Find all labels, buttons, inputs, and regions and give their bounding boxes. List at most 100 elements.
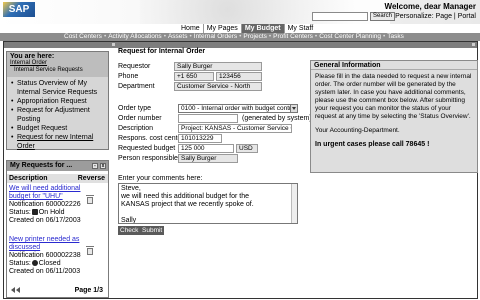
tab-home[interactable]: Home [178, 24, 203, 33]
on-hold-icon [31, 209, 38, 215]
request-created: Created on 06/17/2003 [9, 217, 81, 224]
requestor-field[interactable]: Sally Burger [174, 62, 262, 71]
closed-icon [31, 260, 38, 266]
personalize-sep: | [453, 13, 456, 20]
subnav-cost-centers[interactable]: Cost Centers [62, 33, 104, 41]
general-information-body: Please fill in the data needed to reques… [311, 70, 477, 152]
sap-logo: SAP [3, 2, 35, 17]
request-link[interactable]: We will need additional budget for "UHU" [9, 185, 85, 201]
personalize-links: Personalize: Page | Portal [395, 13, 476, 20]
phone-area-field[interactable]: +1 650 [174, 72, 214, 81]
personalize-portal-link[interactable]: Portal [458, 13, 476, 20]
list-item: New printer needed as discussed Notifica… [7, 234, 108, 285]
nav-item-adjustment-posting[interactable]: Request for Adjustment Posting [11, 106, 106, 124]
subnav-internal-orders[interactable]: Internal Orders [192, 33, 239, 41]
subnav-projects[interactable]: Projects [241, 33, 268, 41]
detailed-navigation: You are here: Internal Order Internal Se… [6, 51, 109, 150]
order-type-label: Order type [118, 105, 152, 112]
comments-scrollbar[interactable] [291, 184, 297, 223]
description-label: Description [118, 125, 154, 132]
order-type-select[interactable]: 0100 - Internal order with budget contro… [178, 104, 298, 113]
tab-my-staff[interactable]: My Staff [283, 24, 317, 33]
previous-page-icon[interactable] [16, 287, 20, 293]
urgent-call-text: In urgent cases please call 78645 ! [315, 141, 430, 148]
budget-field[interactable]: 125 000 [178, 144, 234, 153]
pager: Page 1/3 [7, 286, 108, 295]
status-label: Status: [9, 209, 31, 216]
my-requests-title-text: My Requests for ... [10, 162, 73, 169]
comments-textarea[interactable]: Steve, we will need this additional budg… [118, 183, 298, 224]
general-information-text: Please fill in the data needed to reques… [315, 73, 472, 120]
first-page-icon[interactable] [11, 287, 15, 293]
sub-navigation: Cost Centers • Activity Allocations • Asse… [0, 33, 480, 41]
list-item: We will need additional budget for "UHU"… [7, 183, 108, 234]
nav-item-status-overview[interactable]: Status Overview of My Internal Service R… [11, 79, 106, 97]
my-requests-title: My Requests for ... - x [7, 161, 108, 171]
personalize-label: Personalize: [395, 13, 434, 20]
order-type-value: 0100 - Internal order with budget contro… [181, 105, 297, 112]
phone-number-field[interactable]: 123456 [216, 72, 262, 81]
chevron-down-icon[interactable] [290, 105, 297, 112]
currency-field[interactable]: USD [236, 144, 258, 153]
general-information-sign: Your Accounting-Department. [315, 127, 400, 134]
request-created: Created on 06/11/2003 [9, 268, 81, 275]
trash-icon[interactable] [86, 246, 94, 255]
requestor-label: Requestor [118, 63, 151, 70]
frame-bar-marker [472, 43, 475, 46]
search-button[interactable]: Search [370, 12, 396, 21]
page-indicator: Page 1/3 [74, 287, 103, 294]
request-status: Status: Closed [9, 260, 106, 268]
minimize-icon[interactable]: - [92, 163, 98, 169]
tab-my-pages[interactable]: My Pages [202, 24, 241, 33]
frame-bar-marker [112, 43, 115, 46]
submit-button[interactable]: Submit [140, 226, 165, 235]
general-information-panel: General Information Please fill in the d… [310, 60, 478, 173]
request-status: Status: On Hold [9, 209, 106, 217]
breadcrumb-current: Internal Service Requests [14, 67, 83, 73]
navigation-list: Status Overview of My Internal Service R… [7, 77, 108, 151]
phone-label: Phone [118, 73, 139, 80]
subnav-profit-centers[interactable]: Profit Centers [271, 33, 315, 41]
request-link[interactable]: New printer needed as discussed [9, 236, 85, 252]
welcome-text: Welcome, dear Manager [384, 2, 476, 11]
close-icon[interactable]: x [100, 163, 106, 169]
portal-header: SAP Search Welcome, dear Manager Persona… [0, 0, 480, 24]
status-label: Status: [9, 260, 31, 267]
breadcrumb-link[interactable]: Internal Order [10, 60, 105, 67]
form-title: Request for Internal Order [118, 48, 206, 55]
column-reverse: Reverse [77, 175, 105, 182]
nav-item-budget-request[interactable]: Budget Request [11, 124, 106, 133]
you-are-here-label: You are here: [10, 53, 55, 60]
subnav-tasks[interactable]: Tasks [385, 33, 406, 41]
status-value: On Hold [38, 209, 65, 216]
cost-center-field[interactable]: 101013229 [178, 134, 222, 143]
requests-column-header: Description Reverse [7, 174, 108, 183]
top-navigation: Home My Pages My Budget My Staff [178, 24, 316, 33]
trash-icon[interactable] [86, 195, 94, 204]
subnav-assets[interactable]: Assets [166, 33, 190, 41]
department-label: Department [118, 83, 155, 90]
check-button[interactable]: Check [118, 226, 141, 235]
column-description: Description [9, 175, 48, 182]
nav-item-appropriation-request[interactable]: Appropriation Request [11, 97, 106, 106]
cost-center-label: Respons. cost center [118, 135, 184, 142]
search-input[interactable] [312, 12, 368, 21]
general-information-title: General Information [311, 61, 477, 70]
department-field[interactable]: Customer Service - North [174, 82, 262, 91]
order-number-hint: (generated by system) [242, 115, 312, 122]
status-value: Closed [38, 260, 61, 267]
order-number-label: Order number [118, 115, 162, 122]
description-field[interactable]: Project: KANSAS - Customer Service Opt. [178, 124, 292, 133]
frame-title-bar [4, 42, 477, 48]
responsible-field[interactable]: Sally Burger [178, 154, 238, 163]
order-number-field[interactable] [178, 114, 238, 123]
nav-item-new-internal-order[interactable]: Request for new Internal Order [11, 133, 106, 151]
tab-my-budget[interactable]: My Budget [240, 24, 284, 33]
subnav-activity-allocations[interactable]: Activity Allocations [106, 33, 163, 41]
personalize-page-link[interactable]: Page [436, 13, 452, 20]
subnav-cost-center-planning[interactable]: Cost Center Planning [317, 33, 383, 41]
navigation-header: You are here: Internal Order Internal Se… [7, 52, 108, 77]
comments-label: Enter your comments here: [118, 175, 203, 182]
my-requests-panel: My Requests for ... - x Description Reve… [6, 160, 109, 298]
responsible-label: Person responsible [118, 155, 178, 162]
